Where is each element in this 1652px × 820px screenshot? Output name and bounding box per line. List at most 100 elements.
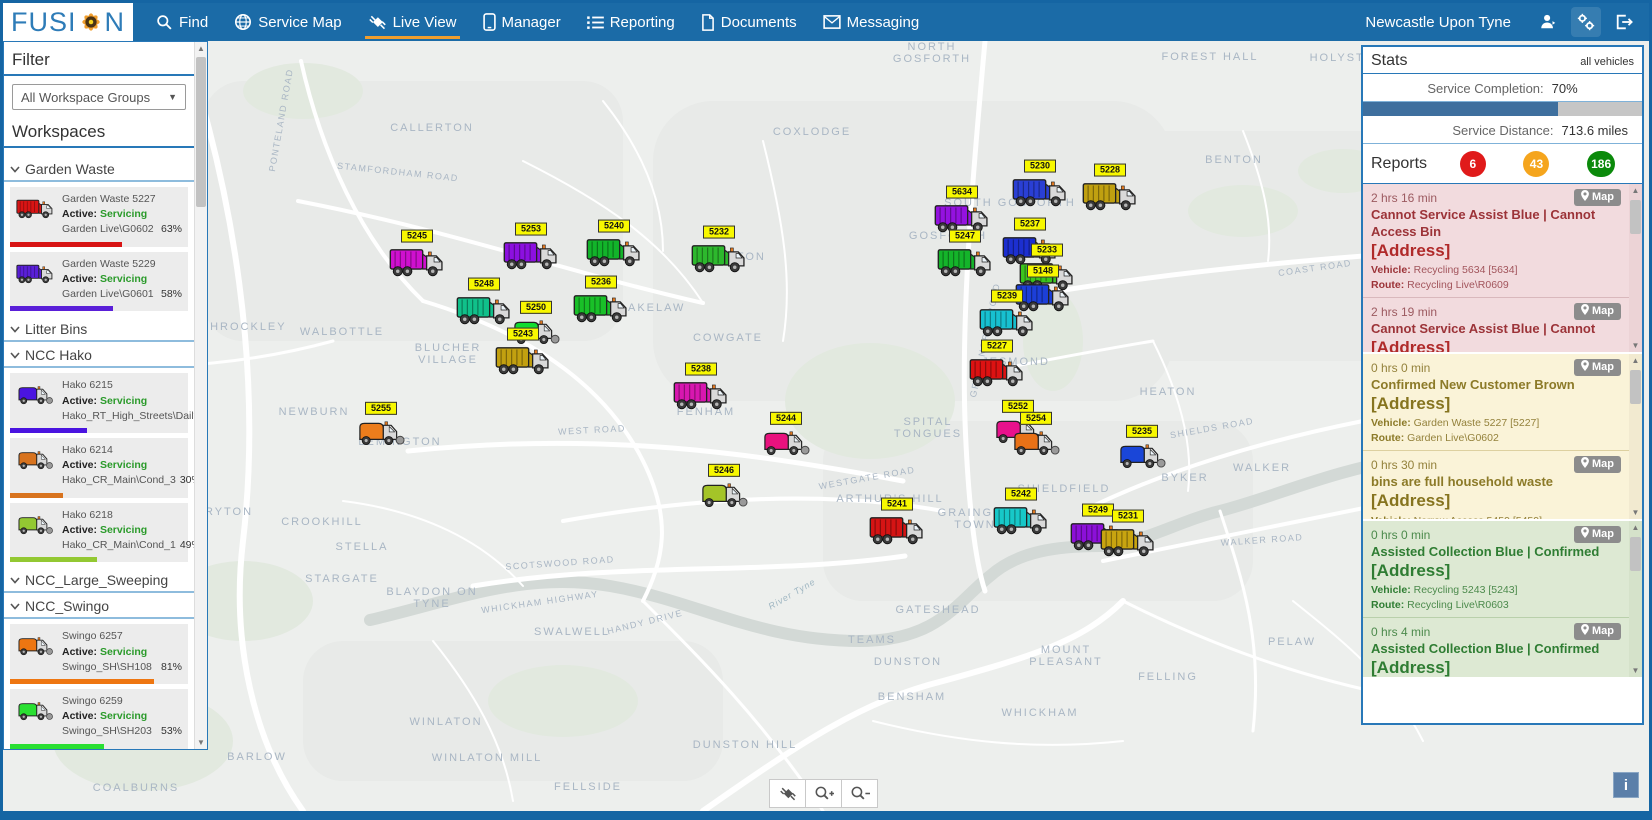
vehicle-marker-5227[interactable]: 5227	[969, 340, 1025, 396]
report-badge-2[interactable]: 186	[1587, 151, 1615, 177]
vehicle-marker-5245[interactable]: 5245	[389, 230, 445, 286]
report-section-scrollbar[interactable]: ▲▼	[1629, 184, 1642, 352]
vehicle-marker-5235[interactable]: 5235	[1117, 425, 1167, 477]
map-place-label: STELLA	[336, 541, 389, 553]
map-place-label: TYNE	[413, 598, 450, 610]
vehicle-marker-5241[interactable]: 5241	[869, 498, 925, 554]
nav-item-service-map[interactable]: Service Map	[221, 3, 354, 41]
logout-button[interactable]	[1609, 7, 1639, 37]
report-title: Confirmed New Customer Brown	[1371, 377, 1621, 394]
region-label: Newcastle Upon Tyne	[1365, 14, 1511, 31]
nav-item-documents[interactable]: Documents	[688, 3, 810, 41]
sweeper-icon	[1117, 439, 1167, 477]
service-distance-label: Service Distance:	[1452, 123, 1553, 138]
vehicle-card-hako-6214[interactable]: Hako 6214Active: ServicingHako_CR_Main\C…	[10, 438, 188, 498]
garbage-truck-icon	[586, 234, 642, 276]
vehicle-card-hako-6218[interactable]: Hako 6218Active: ServicingHako_CR_Main\C…	[10, 503, 188, 563]
vehicle-card-swingo-6259[interactable]: Swingo 6259Active: ServicingSwingo_SH\SH…	[10, 689, 188, 749]
vehicle-marker-5246[interactable]: 5246	[699, 464, 749, 516]
vehicle-marker-5228[interactable]: 5228	[1082, 164, 1138, 220]
vehicle-route: Hako_RT_High_Streets\Daily_RT_143%	[62, 409, 194, 424]
fusion-logo[interactable]: FUSI N	[3, 3, 133, 41]
workspace-group-ncc-swingo[interactable]: NCC_Swingo	[4, 593, 194, 619]
scrollbar-thumb[interactable]	[1630, 200, 1641, 234]
satellite-view-button[interactable]	[769, 779, 806, 808]
vehicle-marker-5244[interactable]: 5244	[761, 412, 811, 464]
report-card[interactable]: 0 hrs 0 minMapAssisted Collection Blue |…	[1363, 521, 1629, 618]
report-sections: 2 hrs 16 minMapCannot Service Assist Blu…	[1363, 184, 1642, 723]
report-card[interactable]: 0 hrs 4 minMapAssisted Collection Blue |…	[1363, 618, 1629, 677]
zoom-in-button[interactable]	[805, 779, 842, 808]
vehicle-marker-5255[interactable]: 5255	[356, 402, 406, 454]
scroll-down-icon[interactable]: ▼	[1632, 339, 1640, 352]
vehicle-marker-5231[interactable]: 5231	[1100, 510, 1156, 566]
report-card[interactable]: 2 hrs 16 minMapCannot Service Assist Blu…	[1363, 184, 1629, 298]
workspace-group-ncc-hako[interactable]: NCC Hako	[4, 342, 194, 368]
vehicle-card-hako-6215[interactable]: Hako 6215Active: ServicingHako_RT_High_S…	[10, 373, 188, 433]
scrollbar-thumb[interactable]	[1630, 370, 1641, 404]
report-section-scrollbar[interactable]: ▲▼	[1629, 521, 1642, 677]
nav-item-messaging[interactable]: Messaging	[810, 3, 933, 41]
vehicle-marker-5239[interactable]: 5239	[979, 290, 1035, 346]
vehicle-marker-5238[interactable]: 5238	[673, 363, 729, 419]
nav-item-live-view[interactable]: Live View	[355, 3, 470, 41]
vehicle-marker-5242[interactable]: 5242	[993, 488, 1049, 544]
globe-icon	[234, 13, 252, 31]
filter-panel-scrollbar[interactable]: ▲ ▼	[194, 42, 207, 749]
vehicle-marker-5240[interactable]: 5240	[586, 220, 642, 276]
scroll-down-icon[interactable]: ▼	[1632, 506, 1640, 519]
report-card[interactable]: 2 hrs 19 minMapCannot Service Assist Blu…	[1363, 298, 1629, 352]
scroll-up-icon[interactable]: ▲	[197, 42, 205, 55]
nav-item-find[interactable]: Find	[143, 3, 221, 41]
report-card[interactable]: 0 hrs 30 minMapbins are full household w…	[1363, 451, 1629, 519]
vehicle-marker-5243[interactable]: 5243	[495, 328, 551, 384]
report-badge-0[interactable]: 6	[1460, 151, 1486, 177]
info-button[interactable]: i	[1613, 772, 1639, 798]
scrollbar-thumb[interactable]	[196, 57, 206, 207]
nav-item-manager[interactable]: Manager	[470, 3, 574, 41]
scroll-down-icon[interactable]: ▼	[197, 736, 205, 749]
chevron-down-icon: ▼	[168, 92, 177, 102]
workspace-group-garden-waste[interactable]: Garden Waste	[4, 156, 194, 182]
report-card[interactable]: 0 hrs 0 minMapConfirmed New Customer Bro…	[1363, 354, 1629, 451]
stats-scope[interactable]: all vehicles	[1580, 56, 1634, 68]
scroll-down-icon[interactable]: ▼	[1632, 664, 1640, 677]
vehicle-marker-5254[interactable]: 5254	[1011, 412, 1061, 464]
report-badge-1[interactable]: 43	[1523, 151, 1549, 177]
vehicle-marker-5248[interactable]: 5248	[456, 278, 512, 334]
vehicle-card-swingo-6257[interactable]: Swingo 6257Active: ServicingSwingo_SH\SH…	[10, 624, 188, 684]
scroll-up-icon[interactable]: ▲	[1632, 521, 1640, 534]
vehicle-card-garden-waste-5229[interactable]: Garden Waste 5229Active: ServicingGarden…	[10, 252, 188, 312]
report-map-button[interactable]: Map	[1574, 456, 1621, 473]
workspace-group-litter-bins[interactable]: Litter Bins	[4, 316, 194, 342]
scrollbar-thumb[interactable]	[1630, 537, 1641, 571]
report-map-button[interactable]: Map	[1574, 359, 1621, 376]
vehicle-marker-5247[interactable]: 5247	[937, 230, 993, 286]
report-section-scrollbar[interactable]: ▲▼	[1629, 354, 1642, 519]
scroll-up-icon[interactable]: ▲	[1632, 184, 1640, 197]
workspace-group-select[interactable]: All Workspace Groups ▼	[12, 84, 186, 110]
zoom-out-button[interactable]	[841, 779, 878, 808]
vehicle-marker-5253[interactable]: 5253	[503, 223, 559, 279]
stats-reports-panel: Stats all vehicles Service Completion: 7…	[1361, 45, 1644, 725]
scrollbar-track[interactable]	[195, 55, 207, 736]
vehicle-name: Swingo 6259	[62, 694, 182, 709]
logo-flower-icon	[78, 9, 104, 35]
report-map-button[interactable]: Map	[1574, 623, 1621, 640]
report-map-button[interactable]: Map	[1574, 189, 1621, 206]
report-map-button[interactable]: Map	[1574, 526, 1621, 543]
nav-item-reporting[interactable]: Reporting	[574, 3, 688, 41]
user-button[interactable]	[1533, 7, 1563, 37]
vehicle-marker-5232[interactable]: 5232	[691, 226, 747, 282]
vehicle-marker-5236[interactable]: 5236	[573, 276, 629, 332]
workspace-group-ncc-large-sweeping[interactable]: NCC_Large_Sweeping	[4, 567, 194, 593]
vehicle-id-tag: 5232	[703, 226, 735, 239]
vehicle-id-tag: 5233	[1031, 244, 1063, 257]
settings-button[interactable]	[1571, 7, 1601, 37]
map-place-label: CALLERTON	[390, 122, 474, 134]
scroll-up-icon[interactable]: ▲	[1632, 354, 1640, 367]
report-title: Cannot Service Assist Blue | Cannot	[1371, 321, 1621, 338]
vehicle-card-garden-waste-5227[interactable]: Garden Waste 5227Active: ServicingGarden…	[10, 187, 188, 247]
vehicle-marker-5230[interactable]: 5230	[1012, 160, 1068, 216]
report-map-button[interactable]: Map	[1574, 303, 1621, 320]
